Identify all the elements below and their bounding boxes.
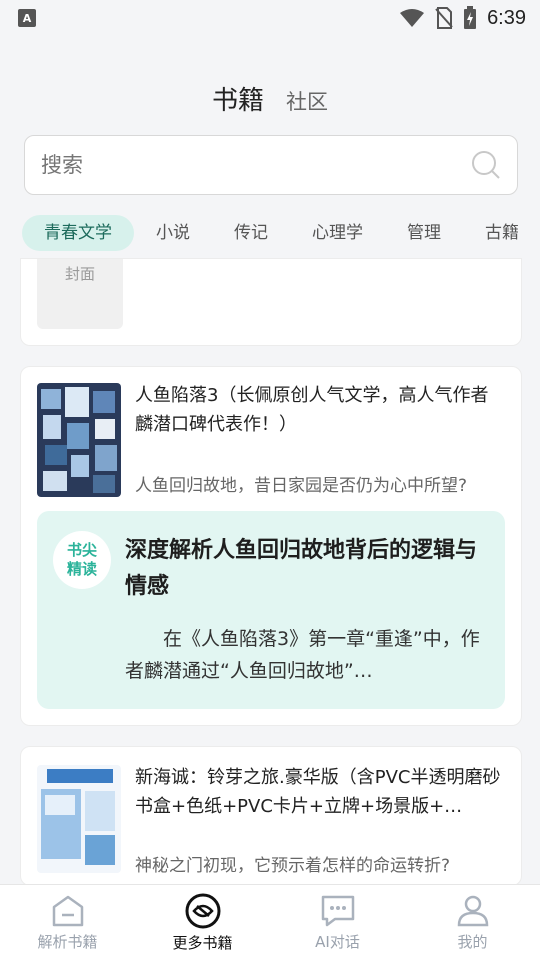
nav-item-more-books[interactable]: 更多书籍	[135, 892, 270, 953]
book-title[interactable]: 新海诚：铃芽之旅.豪华版（含PVC半透明磨砂书盒+色纸+PVC卡片+立牌+场景版…	[135, 763, 505, 821]
tab-community[interactable]: 社区	[286, 86, 328, 116]
search-input[interactable]	[41, 153, 471, 177]
deep-read-badge-icon: 书尖 精读	[53, 531, 111, 589]
status-icons: 6:39	[399, 6, 526, 30]
bottom-navigation: 解析书籍 更多书籍 AI对话 我的	[0, 884, 540, 960]
category-tab[interactable]: 小说	[134, 215, 212, 251]
category-tab-active[interactable]: 青春文学	[22, 215, 134, 251]
nav-item-analyze-books[interactable]: 解析书籍	[0, 893, 135, 952]
category-tab[interactable]: 心理学	[290, 215, 385, 251]
deep-read-panel[interactable]: 书尖 精读 深度解析人鱼回归故地背后的逻辑与情感 在《人鱼陷落3》第一章“重逢”…	[37, 511, 505, 709]
chat-icon	[321, 895, 354, 927]
cover-placeholder-label: 封面	[64, 265, 95, 283]
category-tab[interactable]: 古籍	[463, 215, 540, 251]
wifi-icon	[400, 9, 425, 27]
profile-icon	[457, 895, 488, 927]
search-bar[interactable]	[24, 135, 518, 195]
badge-line-1: 书尖	[66, 541, 97, 559]
book-tagline: 人鱼回归故地，昔日家园是否仍为心中所望?	[135, 476, 468, 496]
nav-label: 解析书籍	[37, 933, 98, 951]
no-sim-icon	[435, 7, 453, 29]
battery-charging-icon	[464, 6, 477, 29]
book-cover-image[interactable]	[37, 383, 121, 497]
books-icon	[185, 893, 220, 929]
top-tabs: 书籍 社区	[0, 80, 540, 120]
nav-label: 我的	[457, 933, 488, 951]
insight-body: 在《人鱼陷落3》第一章“重逢”中，作者麟潜通过“人鱼回归故地”…	[125, 628, 480, 682]
nav-label: AI对话	[315, 933, 360, 951]
book-title[interactable]: 人鱼陷落3（长佩原创人气文学，高人气作者麟潜口碑代表作！）	[135, 381, 505, 439]
category-tab[interactable]: 管理	[385, 215, 463, 251]
cover-placeholder: 封面	[37, 259, 123, 329]
home-icon	[52, 895, 83, 927]
notification-icon: A	[18, 9, 36, 27]
search-icon[interactable]	[471, 150, 501, 180]
book-card[interactable]: 人鱼陷落3（长佩原创人气文学，高人气作者麟潜口碑代表作！） 人鱼回归故地，昔日家…	[20, 366, 522, 726]
insight-title: 深度解析人鱼回归故地背后的逻辑与情感	[125, 538, 478, 599]
nav-item-profile[interactable]: 我的	[405, 893, 540, 952]
nav-label: 更多书籍	[172, 934, 233, 952]
status-bar: A 6:39	[0, 0, 540, 36]
badge-line-2: 精读	[66, 560, 97, 578]
book-tagline: 神秘之门初现，它预示着怎样的命运转折?	[135, 856, 451, 876]
book-cover-image[interactable]	[37, 765, 121, 873]
status-time: 6:39	[487, 6, 526, 29]
book-card[interactable]: 封面	[20, 258, 522, 346]
category-tabs: 青春文学 小说 传记 心理学 管理 古籍	[22, 214, 540, 252]
category-tab[interactable]: 传记	[212, 215, 290, 251]
nav-item-ai-chat[interactable]: AI对话	[270, 893, 405, 952]
book-card[interactable]: 新海诚：铃芽之旅.豪华版（含PVC半透明磨砂书盒+色纸+PVC卡片+立牌+场景版…	[20, 746, 522, 886]
tab-books[interactable]: 书籍	[212, 80, 264, 117]
